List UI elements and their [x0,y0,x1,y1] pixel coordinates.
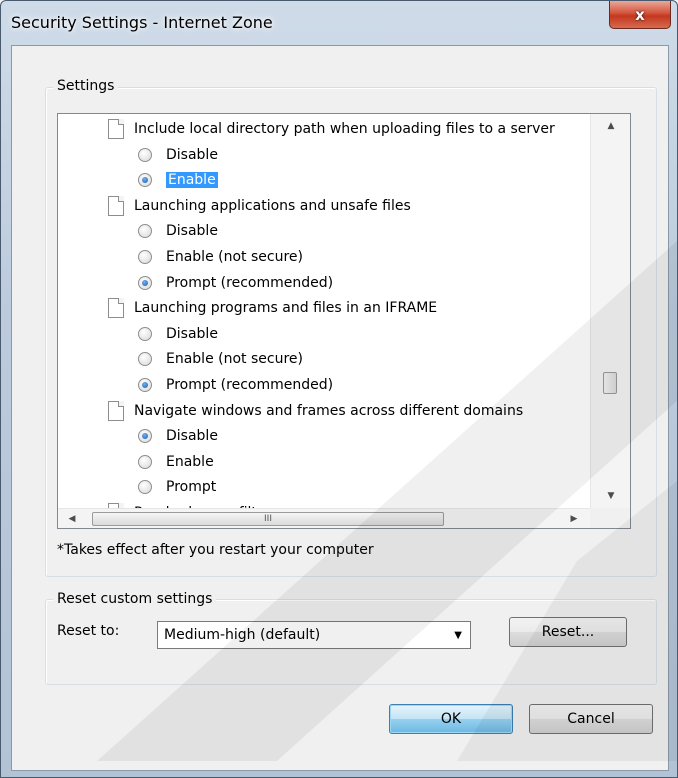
settings-list[interactable]: Include local directory path when upload… [57,113,631,529]
ok-button[interactable]: OK [389,704,513,734]
setting-option[interactable]: Disable [138,218,218,243]
close-button[interactable]: x [609,1,671,29]
setting-label: Include local directory path when upload… [134,120,555,137]
setting-label: Launching applications and unsafe files [134,197,411,214]
scroll-right-arrow-icon[interactable]: ▶ [562,509,586,528]
setting-label: Enable [166,171,218,188]
settings-rows: Include local directory path when upload… [58,114,590,508]
window-frame: Security Settings - Internet Zone x Sett… [0,0,678,778]
setting-option[interactable]: Disable [138,142,218,167]
reset-button[interactable]: Reset... [509,617,627,647]
setting-document-icon [108,297,124,318]
title-bar[interactable]: Security Settings - Internet Zone x [1,1,677,45]
setting-label: Enable (not secure) [166,350,303,367]
window-title: Security Settings - Internet Zone [11,13,273,32]
reset-to-label: Reset to: [57,623,120,639]
scrollbar-corner [590,508,630,528]
horizontal-scrollbar[interactable]: ◀ III ▶ [58,508,590,528]
radio-button[interactable] [138,147,152,162]
scroll-grip-icon: III [264,514,272,524]
setting-label: Launching programs and files in an IFRAM… [134,299,438,316]
vertical-scroll-thumb[interactable] [603,372,617,394]
setting-option[interactable]: Prompt (recommended) [138,372,333,397]
radio-button[interactable] [138,351,152,366]
cancel-button[interactable]: Cancel [529,704,653,734]
setting-option[interactable]: Prompt [138,474,216,499]
setting-label: Disable [166,325,218,342]
settings-group-label: Settings [53,78,119,94]
setting-label: Prompt (recommended) [166,274,334,291]
horizontal-scroll-thumb[interactable]: III [92,512,444,526]
reset-button-label: Reset... [541,624,595,640]
setting-label: Enable (not secure) [166,248,303,265]
radio-button[interactable] [138,377,152,392]
setting-item: Launching programs and files in an IFRAM… [108,295,437,320]
setting-label: Disable [166,427,218,444]
reset-level-select[interactable]: Medium-high (default) ▼ [157,621,471,649]
setting-option[interactable]: Enable (not secure) [138,244,303,269]
setting-document-icon [108,118,124,139]
close-icon: x [635,5,645,24]
setting-option[interactable]: Enable [138,167,218,192]
vertical-scrollbar[interactable]: ▲ ▼ [590,114,630,508]
radio-button[interactable] [138,326,152,341]
ok-button-label: OK [440,711,462,727]
scroll-up-arrow-icon[interactable]: ▲ [591,116,630,136]
setting-document-icon [108,400,124,421]
setting-option[interactable]: Enable [138,449,214,474]
setting-item: Launching applications and unsafe files [108,193,411,218]
setting-label: Prompt (recommended) [166,376,334,393]
scroll-down-arrow-icon[interactable]: ▼ [591,486,630,506]
reset-group-label: Reset custom settings [53,591,217,607]
setting-label: Disable [166,146,218,163]
setting-label: Disable [166,222,218,239]
setting-label: Navigate windows and frames across diffe… [134,402,524,419]
setting-item: Include local directory path when upload… [108,116,555,141]
radio-button[interactable] [138,249,152,264]
restart-note: *Takes effect after you restart your com… [57,542,374,558]
reset-level-value: Medium-high (default) [164,627,321,643]
radio-button[interactable] [138,479,152,494]
setting-option[interactable]: Disable [138,321,218,346]
setting-document-icon [108,195,124,216]
radio-button[interactable] [138,428,152,443]
setting-item: Render legacy filters [108,500,279,508]
radio-button[interactable] [138,275,152,290]
radio-button[interactable] [138,223,152,238]
radio-button[interactable] [138,454,152,469]
setting-label: Enable [166,453,214,470]
scroll-left-arrow-icon[interactable]: ◀ [60,509,84,528]
setting-label: Prompt [166,478,217,495]
chevron-down-icon: ▼ [454,630,462,641]
setting-option[interactable]: Disable [138,423,218,448]
radio-button[interactable] [138,172,152,187]
cancel-button-label: Cancel [567,711,615,727]
setting-option[interactable]: Prompt (recommended) [138,270,333,295]
setting-option[interactable]: Enable (not secure) [138,346,303,371]
setting-item: Navigate windows and frames across diffe… [108,398,523,423]
